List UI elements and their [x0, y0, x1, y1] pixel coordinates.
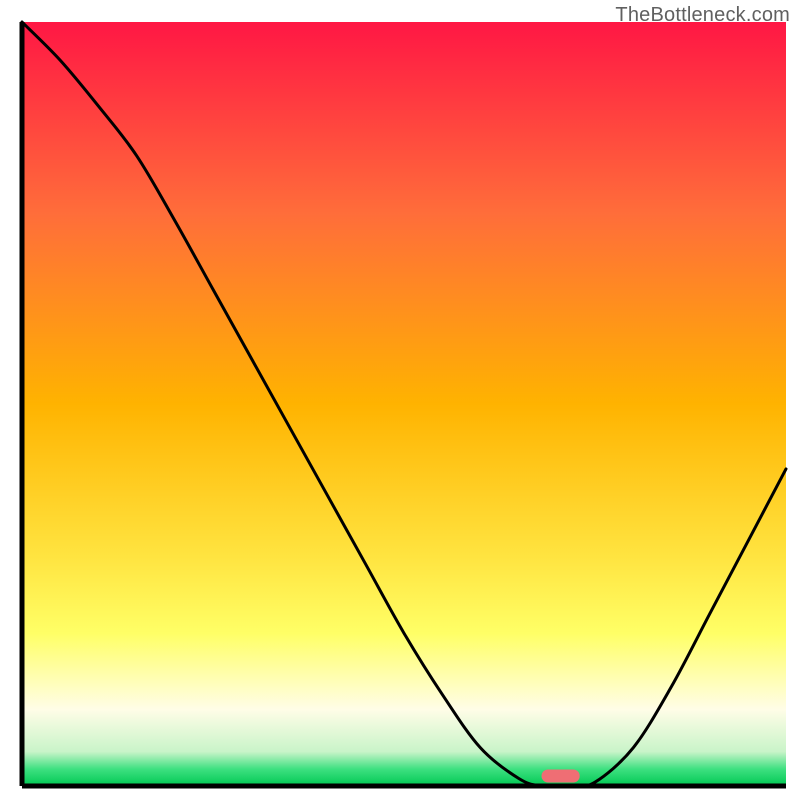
chart-container: TheBottleneck.com: [0, 0, 800, 800]
optimal-marker: [542, 770, 580, 783]
watermark-label: TheBottleneck.com: [615, 4, 790, 27]
bottleneck-chart: [0, 0, 800, 800]
plot-background: [22, 22, 786, 786]
